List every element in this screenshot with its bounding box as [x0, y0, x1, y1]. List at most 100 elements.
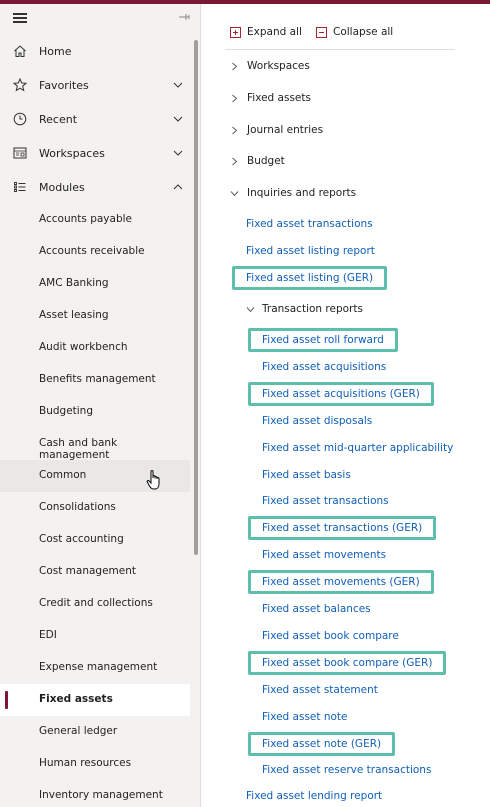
nav-item-home[interactable]: Home [0, 34, 195, 68]
menu-link[interactable]: Fixed asset lending report [246, 788, 382, 804]
module-item-label: Asset leasing [39, 309, 109, 321]
selected-indicator [5, 691, 8, 709]
chevron-down-icon[interactable] [173, 80, 183, 90]
nav-item-workspaces[interactable]: Workspaces [0, 136, 195, 170]
expand-all-label: Expand all [247, 26, 302, 38]
module-item-label: Cost management [39, 565, 137, 577]
module-item-label: Benefits management [39, 373, 156, 385]
highlight-box [248, 570, 434, 594]
highlight-box [232, 266, 388, 290]
section-transaction-reports[interactable]: Transaction reports [246, 300, 363, 318]
hand-cursor-icon [146, 470, 160, 490]
module-item-label: EDI [39, 629, 57, 641]
module-item[interactable]: Inventory management [0, 780, 190, 807]
section-budget[interactable]: Budget [230, 152, 285, 170]
navigation-pane: Home Favorites Recent Workspaces Modules… [0, 4, 201, 807]
menu-link[interactable]: Fixed asset transactions [246, 216, 373, 232]
nav-scrollbar[interactable] [194, 40, 198, 555]
section-fixed-assets[interactable]: Fixed assets [230, 89, 311, 107]
module-item-label: General ledger [39, 725, 118, 737]
module-item-label: Fixed assets [39, 693, 113, 705]
pin-icon[interactable] [178, 10, 192, 24]
fixed-assets-menu-content: Expand all Collapse all Workspaces Fixed… [202, 4, 490, 807]
toolbar-divider [225, 49, 455, 50]
menu-link[interactable]: Fixed asset basis [262, 467, 351, 483]
nav-item-label: Modules [39, 180, 85, 194]
section-label: Journal entries [247, 124, 324, 136]
star-icon [13, 78, 27, 92]
module-item-label: Common [39, 469, 87, 481]
collapse-all-label: Collapse all [333, 26, 394, 38]
module-item[interactable]: Consolidations [0, 492, 190, 524]
collapse-all-button[interactable]: Collapse all [316, 24, 393, 40]
menu-link[interactable]: Fixed asset mid-quarter applicability [262, 440, 453, 456]
chevron-down-icon[interactable] [173, 148, 183, 158]
module-item[interactable]: General ledger [0, 716, 190, 748]
nav-item-favorites[interactable]: Favorites [0, 68, 195, 102]
module-item-label: Accounts payable [39, 213, 132, 225]
menu-link[interactable]: Fixed asset listing report [246, 243, 375, 259]
chevron-right-icon [232, 94, 238, 102]
chevron-right-icon [232, 126, 238, 134]
module-item[interactable]: Asset leasing [0, 300, 190, 332]
list-icon [14, 182, 26, 192]
menu-link[interactable]: Fixed asset reserve transactions [262, 762, 431, 778]
module-item[interactable]: Cost management [0, 556, 190, 588]
module-item-label: Credit and collections [39, 597, 153, 609]
section-inquiries-and-reports[interactable]: Inquiries and reports [230, 184, 356, 202]
menu-link[interactable]: Fixed asset statement [262, 682, 378, 698]
module-item-label: Inventory management [39, 789, 163, 801]
highlight-box [248, 651, 447, 675]
menu-link[interactable]: Fixed asset disposals [262, 413, 372, 429]
nav-item-label: Workspaces [39, 146, 105, 160]
chevron-right-icon [232, 62, 238, 70]
menu-link[interactable]: Fixed asset acquisitions [262, 359, 386, 375]
module-item[interactable]: Cost accounting [0, 524, 190, 556]
module-item[interactable]: Cash and bank management [0, 428, 190, 461]
hamburger-menu-icon[interactable] [13, 13, 27, 23]
module-item[interactable]: Accounts payable [0, 204, 190, 236]
module-item[interactable]: AMC Banking [0, 268, 190, 300]
section-label: Inquiries and reports [247, 187, 357, 199]
highlight-box [248, 516, 437, 540]
module-item[interactable]: Accounts receivable [0, 236, 190, 268]
module-item-label: Cash and bank management [39, 437, 118, 461]
menu-link[interactable]: Fixed asset transactions [262, 493, 389, 509]
module-item-label: Consolidations [39, 501, 116, 513]
home-icon [14, 45, 26, 57]
section-journal-entries[interactable]: Journal entries [230, 121, 323, 139]
module-item[interactable]: Expense management [0, 652, 190, 684]
nav-item-recent[interactable]: Recent [0, 102, 195, 136]
expand-all-icon [230, 26, 241, 38]
module-item[interactable]: EDI [0, 620, 190, 652]
module-item[interactable]: Human resources [0, 748, 190, 780]
highlight-box [248, 382, 434, 406]
module-item-label: Accounts receivable [39, 245, 145, 257]
module-item[interactable]: Budgeting [0, 396, 190, 428]
module-item[interactable]: Audit workbench [0, 332, 190, 364]
collapse-all-icon [316, 26, 327, 38]
module-item[interactable]: Fixed assets [0, 684, 190, 716]
module-item-label: Audit workbench [39, 341, 128, 353]
module-item-label: Expense management [39, 661, 158, 673]
workspaces-icon [13, 147, 27, 159]
nav-item-label: Recent [39, 112, 78, 126]
expand-all-button[interactable]: Expand all [230, 24, 302, 40]
module-item-label: Human resources [39, 757, 132, 769]
nav-item-label: Favorites [39, 78, 89, 92]
chevron-right-icon [232, 157, 238, 165]
menu-link[interactable]: Fixed asset balances [262, 601, 371, 617]
highlight-box [248, 732, 396, 756]
chevron-down-icon [246, 306, 255, 312]
menu-link[interactable]: Fixed asset book compare [262, 628, 399, 644]
nav-item-modules[interactable]: Modules [0, 170, 195, 204]
module-item[interactable]: Benefits management [0, 364, 190, 396]
chevron-down-icon[interactable] [173, 114, 183, 124]
section-workspaces[interactable]: Workspaces [230, 57, 310, 75]
chevron-up-icon[interactable] [173, 182, 183, 192]
menu-link[interactable]: Fixed asset note [262, 709, 348, 725]
module-item[interactable]: Credit and collections [0, 588, 190, 620]
highlight-box [248, 328, 398, 352]
menu-link[interactable]: Fixed asset movements [262, 547, 386, 563]
module-item-label: AMC Banking [39, 277, 109, 289]
